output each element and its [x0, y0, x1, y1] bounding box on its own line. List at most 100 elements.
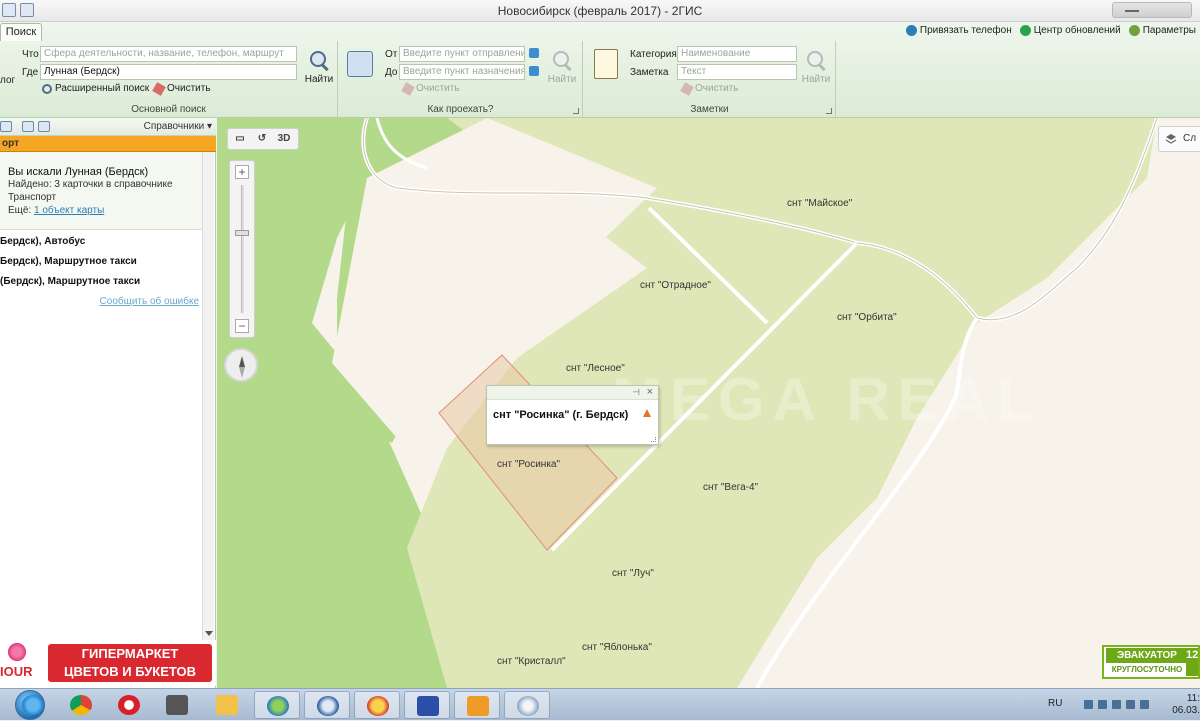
notes-icon [594, 49, 618, 79]
note-input[interactable]: Текст [677, 64, 797, 80]
network-icon[interactable] [1140, 700, 1149, 709]
searched-text: Вы искали Лунная (Бердск) [8, 166, 149, 178]
ad-brand: IOUR [0, 664, 33, 679]
from-input[interactable]: Введите пункт отправления [399, 46, 525, 62]
what-input[interactable]: Сфера деятельности, название, телефон, м… [40, 46, 297, 62]
resize-grip-icon[interactable] [651, 437, 656, 442]
layers-icon [1165, 134, 1177, 144]
tray-icon[interactable] [1084, 700, 1093, 709]
palette-icon [517, 696, 539, 716]
map-label: снт "Луч" [612, 568, 654, 579]
route-caption: Как проехать? [427, 104, 494, 115]
result-item[interactable]: Бердск), Автобус [0, 236, 85, 247]
taskbar-2gis[interactable] [254, 691, 300, 719]
zoom-track[interactable] [241, 185, 244, 313]
main-search-caption: Основной поиск [131, 104, 206, 115]
tray-icon[interactable] [1112, 700, 1121, 709]
toggle-3d-button[interactable]: 3D [276, 133, 292, 146]
evac-line1: ЭВАКУАТОР [1106, 648, 1188, 663]
map-popup[interactable]: ⊣ × снт "Росинка" (г. Бердск) [486, 385, 659, 445]
gear-icon [1128, 25, 1140, 36]
rotate-icon[interactable]: ↺ [254, 133, 270, 146]
advanced-search-button[interactable]: Расширенный поиск [42, 83, 149, 94]
opera-icon [118, 695, 140, 715]
notes-find-button[interactable]: Найти [799, 49, 833, 85]
map-view[interactable]: снт "Майское" снт "Отрадное" снт "Орбита… [217, 118, 1200, 688]
clear-button[interactable]: Очистить [152, 81, 211, 96]
directories-dropdown[interactable]: Справочники ▾ [144, 121, 212, 132]
language-indicator[interactable]: RU [1048, 698, 1062, 709]
category-select[interactable]: Наименование [677, 46, 797, 62]
chrome-icon [70, 695, 92, 715]
bind-phone-link[interactable]: Привязать телефон [905, 25, 1012, 36]
updates-link[interactable]: Центр обновлений [1019, 25, 1121, 36]
taskbar-app2[interactable] [404, 691, 450, 719]
map-label: снт "Орбита" [837, 311, 897, 323]
popup-title[interactable]: снт "Росинка" (г. Бердск) [493, 409, 628, 421]
pin-icon[interactable]: ⊣ [632, 387, 640, 398]
zoom-in-button[interactable]: + [235, 165, 249, 179]
zoom-slider-handle[interactable] [235, 230, 249, 236]
pick-from-icon[interactable] [529, 48, 539, 58]
taskbar-1c[interactable] [354, 691, 400, 719]
route-clear-button[interactable]: Очистить [401, 81, 460, 96]
taskbar-app3[interactable] [454, 691, 500, 719]
route-find-button[interactable]: Найти [545, 49, 579, 85]
taskbar-explorer[interactable] [204, 691, 250, 719]
close-icon[interactable]: × [647, 386, 653, 398]
settings-link[interactable]: Параметры [1128, 25, 1196, 36]
left-fragment-label: лог [0, 75, 16, 86]
ad-banner[interactable]: IOUR ГИПЕРМАРКЕТ ЦВЕТОВ И БУКЕТОВ [0, 640, 216, 686]
phone-icon [905, 25, 917, 36]
clock[interactable]: 11: 06.03. [1170, 693, 1200, 717]
eraser-icon [401, 81, 415, 96]
map-objects-link[interactable]: 1 объект карты [34, 205, 104, 216]
compass-icon[interactable] [224, 348, 258, 382]
evac-line2: КРУГЛОСУТОЧНО [1106, 664, 1188, 676]
found-text: Найдено: 3 карточки в справочнике [8, 179, 173, 190]
popup-titlebar: ⊣ × [487, 386, 658, 400]
arrow-icon [166, 695, 188, 715]
back-icon[interactable] [0, 121, 12, 132]
warning-icon[interactable] [643, 409, 651, 417]
taskbar-paint[interactable] [504, 691, 550, 719]
result-item[interactable]: Бердск), Маршрутное такси [0, 256, 137, 267]
scroll-down-icon[interactable] [205, 631, 213, 636]
find-button[interactable]: Найти [302, 49, 336, 85]
report-error-link[interactable]: Сообщить об ошибке [100, 296, 199, 307]
minimize-button[interactable] [1112, 2, 1192, 18]
taskbar-opera[interactable] [106, 691, 152, 719]
list-icon[interactable] [38, 121, 50, 132]
pick-to-icon[interactable] [529, 66, 539, 76]
evacuator-ad[interactable]: ЭВАКУАТОР КРУГЛОСУТОЧНО 12 [1102, 645, 1200, 679]
tab-search[interactable]: Поиск [0, 23, 42, 41]
side-header: орт [0, 136, 216, 152]
zoom-control: + − [229, 160, 255, 338]
taskbar-thunderbird[interactable] [304, 691, 350, 719]
zoom-out-button[interactable]: − [235, 319, 249, 333]
top-links: Привязать телефон Центр обновлений Парам… [905, 25, 1196, 36]
taskbar-app[interactable] [154, 691, 200, 719]
map-label: снт "Отрадное" [640, 280, 711, 291]
watermark: MEGA REAL [612, 366, 1042, 433]
tray-icon[interactable] [1098, 700, 1107, 709]
taskbar-chrome[interactable] [58, 691, 104, 719]
notes-expand-icon[interactable] [826, 108, 832, 114]
notes-group: Категория Наименование Заметка Текст Най… [584, 41, 836, 117]
volume-icon[interactable] [1126, 700, 1135, 709]
where-label: Где [22, 67, 39, 78]
ruler-icon[interactable]: ▭ [232, 133, 248, 146]
result-item[interactable]: (Бердск), Маршрутное такси [0, 276, 140, 287]
where-input[interactable]: Лунная (Бердск) [40, 64, 297, 80]
taskbar-ie[interactable] [10, 691, 56, 719]
more-line: Ещё: 1 объект карты [8, 205, 105, 216]
side-scrollbar[interactable] [202, 152, 214, 640]
route-expand-icon[interactable] [573, 108, 579, 114]
print-list-icon[interactable] [22, 121, 34, 132]
layers-button[interactable]: Сл [1158, 126, 1200, 152]
ad-slogan: ГИПЕРМАРКЕТ ЦВЕТОВ И БУКЕТОВ [48, 644, 212, 682]
search-icon [551, 49, 573, 71]
window-icon [417, 696, 439, 716]
notes-clear-button[interactable]: Очистить [680, 81, 739, 96]
to-input[interactable]: Введите пункт назначения [399, 64, 525, 80]
